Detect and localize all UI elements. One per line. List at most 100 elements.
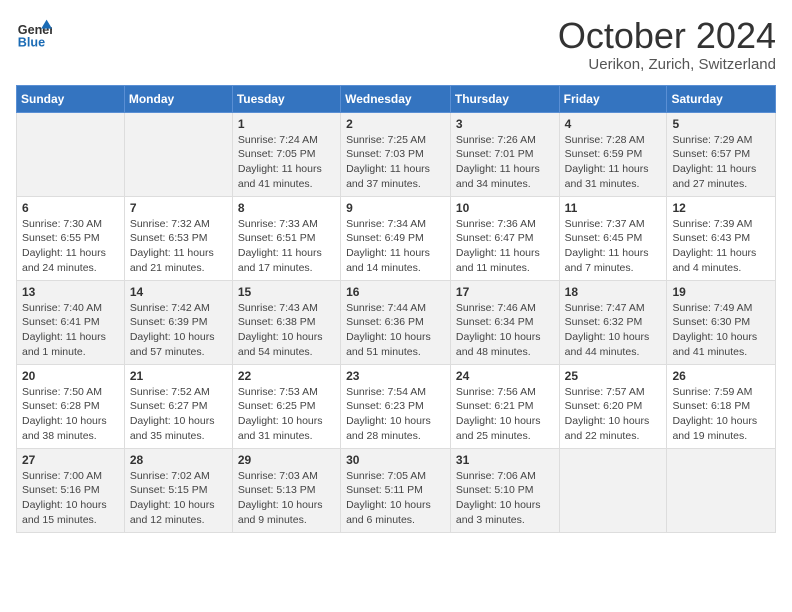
weekday-header-saturday: Saturday	[667, 85, 776, 112]
day-info: Sunrise: 7:24 AMSunset: 7:05 PMDaylight:…	[238, 133, 335, 192]
day-info: Sunrise: 7:56 AMSunset: 6:21 PMDaylight:…	[456, 385, 554, 444]
day-number: 3	[456, 117, 554, 131]
weekday-header-tuesday: Tuesday	[232, 85, 340, 112]
day-info: Sunrise: 7:29 AMSunset: 6:57 PMDaylight:…	[672, 133, 770, 192]
day-info: Sunrise: 7:39 AMSunset: 6:43 PMDaylight:…	[672, 217, 770, 276]
calendar-week-row: 13 Sunrise: 7:40 AMSunset: 6:41 PMDayligh…	[17, 280, 776, 364]
month-year-title: October 2024	[558, 16, 776, 56]
calendar-cell: 10Sunrise: 7:36 AMSunset: 6:47 PMDayligh…	[450, 196, 559, 280]
day-info: Sunrise: 7:57 AMSunset: 6:20 PMDaylight:…	[565, 385, 662, 444]
calendar-cell: 21 Sunrise: 7:52 AMSunset: 6:27 PMDayligh…	[124, 364, 232, 448]
calendar-cell: 30 Sunrise: 7:05 AMSunset: 5:11 PMDayligh…	[341, 448, 451, 532]
location-subtitle: Uerikon, Zurich, Switzerland	[558, 56, 776, 73]
day-number: 15	[238, 285, 335, 299]
calendar-cell: 13 Sunrise: 7:40 AMSunset: 6:41 PMDayligh…	[17, 280, 125, 364]
day-info: Sunrise: 7:54 AMSunset: 6:23 PMDaylight:…	[346, 385, 445, 444]
calendar-cell: 16 Sunrise: 7:44 AMSunset: 6:36 PMDayligh…	[341, 280, 451, 364]
day-info: Sunrise: 7:05 AMSunset: 5:11 PMDaylight:…	[346, 469, 445, 528]
day-info: Sunrise: 7:30 AMSunset: 6:55 PMDaylight:…	[22, 217, 119, 276]
day-number: 5	[672, 117, 770, 131]
calendar-week-row: 20Sunrise: 7:50 AMSunset: 6:28 PMDayligh…	[17, 364, 776, 448]
svg-text:Blue: Blue	[18, 36, 45, 50]
calendar-cell	[124, 112, 232, 196]
day-info: Sunrise: 7:40 AMSunset: 6:41 PMDaylight:…	[22, 301, 119, 360]
calendar-cell: 1 Sunrise: 7:24 AMSunset: 7:05 PMDaylight…	[232, 112, 340, 196]
calendar-week-row: 27 Sunrise: 7:00 AMSunset: 5:16 PMDayligh…	[17, 448, 776, 532]
calendar-cell: 15 Sunrise: 7:43 AMSunset: 6:38 PMDayligh…	[232, 280, 340, 364]
calendar-cell: 22Sunrise: 7:53 AMSunset: 6:25 PMDayligh…	[232, 364, 340, 448]
calendar-cell: 20Sunrise: 7:50 AMSunset: 6:28 PMDayligh…	[17, 364, 125, 448]
title-block: October 2024 Uerikon, Zurich, Switzerlan…	[558, 16, 776, 73]
weekday-header-monday: Monday	[124, 85, 232, 112]
calendar-table: SundayMondayTuesdayWednesdayThursdayFrid…	[16, 85, 776, 533]
calendar-week-row: 1 Sunrise: 7:24 AMSunset: 7:05 PMDaylight…	[17, 112, 776, 196]
day-number: 11	[565, 201, 662, 215]
day-number: 9	[346, 201, 445, 215]
day-number: 1	[238, 117, 335, 131]
calendar-cell: 23 Sunrise: 7:54 AMSunset: 6:23 PMDayligh…	[341, 364, 451, 448]
day-number: 14	[130, 285, 227, 299]
day-number: 4	[565, 117, 662, 131]
day-number: 28	[130, 453, 227, 467]
day-number: 25	[565, 369, 662, 383]
calendar-cell: 5 Sunrise: 7:29 AMSunset: 6:57 PMDaylight…	[667, 112, 776, 196]
calendar-header: SundayMondayTuesdayWednesdayThursdayFrid…	[17, 85, 776, 112]
calendar-cell: 2Sunrise: 7:25 AMSunset: 7:03 PMDaylight…	[341, 112, 451, 196]
calendar-cell	[17, 112, 125, 196]
calendar-cell: 3Sunrise: 7:26 AMSunset: 7:01 PMDaylight…	[450, 112, 559, 196]
day-number: 21	[130, 369, 227, 383]
day-info: Sunrise: 7:52 AMSunset: 6:27 PMDaylight:…	[130, 385, 227, 444]
calendar-cell: 25 Sunrise: 7:57 AMSunset: 6:20 PMDayligh…	[559, 364, 667, 448]
day-info: Sunrise: 7:36 AMSunset: 6:47 PMDaylight:…	[456, 217, 554, 276]
calendar-cell: 14Sunrise: 7:42 AMSunset: 6:39 PMDayligh…	[124, 280, 232, 364]
weekday-header-sunday: Sunday	[17, 85, 125, 112]
day-info: Sunrise: 7:02 AMSunset: 5:15 PMDaylight:…	[130, 469, 227, 528]
day-number: 29	[238, 453, 335, 467]
calendar-cell: 7 Sunrise: 7:32 AMSunset: 6:53 PMDaylight…	[124, 196, 232, 280]
calendar-cell: 11Sunrise: 7:37 AMSunset: 6:45 PMDayligh…	[559, 196, 667, 280]
calendar-cell: 31 Sunrise: 7:06 AMSunset: 5:10 PMDayligh…	[450, 448, 559, 532]
day-number: 6	[22, 201, 119, 215]
day-number: 2	[346, 117, 445, 131]
day-number: 22	[238, 369, 335, 383]
calendar-cell: 4Sunrise: 7:28 AMSunset: 6:59 PMDaylight…	[559, 112, 667, 196]
calendar-cell: 8Sunrise: 7:33 AMSunset: 6:51 PMDaylight…	[232, 196, 340, 280]
day-info: Sunrise: 7:34 AMSunset: 6:49 PMDaylight:…	[346, 217, 445, 276]
day-info: Sunrise: 7:46 AMSunset: 6:34 PMDaylight:…	[456, 301, 554, 360]
calendar-cell: 17 Sunrise: 7:46 AMSunset: 6:34 PMDayligh…	[450, 280, 559, 364]
day-info: Sunrise: 7:44 AMSunset: 6:36 PMDaylight:…	[346, 301, 445, 360]
day-number: 30	[346, 453, 445, 467]
day-info: Sunrise: 7:32 AMSunset: 6:53 PMDaylight:…	[130, 217, 227, 276]
day-number: 13	[22, 285, 119, 299]
day-number: 17	[456, 285, 554, 299]
day-info: Sunrise: 7:03 AMSunset: 5:13 PMDaylight:…	[238, 469, 335, 528]
day-number: 27	[22, 453, 119, 467]
day-number: 23	[346, 369, 445, 383]
calendar-cell: 24 Sunrise: 7:56 AMSunset: 6:21 PMDayligh…	[450, 364, 559, 448]
logo: General Blue	[16, 16, 52, 52]
day-number: 12	[672, 201, 770, 215]
day-info: Sunrise: 7:00 AMSunset: 5:16 PMDaylight:…	[22, 469, 119, 528]
day-number: 16	[346, 285, 445, 299]
day-info: Sunrise: 7:06 AMSunset: 5:10 PMDaylight:…	[456, 469, 554, 528]
page-header: General Blue October 2024 Uerikon, Zuric…	[16, 16, 776, 73]
calendar-cell	[559, 448, 667, 532]
calendar-cell: 19 Sunrise: 7:49 AMSunset: 6:30 PMDayligh…	[667, 280, 776, 364]
calendar-cell: 9 Sunrise: 7:34 AMSunset: 6:49 PMDaylight…	[341, 196, 451, 280]
day-info: Sunrise: 7:33 AMSunset: 6:51 PMDaylight:…	[238, 217, 335, 276]
calendar-week-row: 6 Sunrise: 7:30 AMSunset: 6:55 PMDaylight…	[17, 196, 776, 280]
weekday-header-wednesday: Wednesday	[341, 85, 451, 112]
weekday-header-row: SundayMondayTuesdayWednesdayThursdayFrid…	[17, 85, 776, 112]
day-number: 24	[456, 369, 554, 383]
day-info: Sunrise: 7:43 AMSunset: 6:38 PMDaylight:…	[238, 301, 335, 360]
day-info: Sunrise: 7:49 AMSunset: 6:30 PMDaylight:…	[672, 301, 770, 360]
calendar-cell: 27 Sunrise: 7:00 AMSunset: 5:16 PMDayligh…	[17, 448, 125, 532]
day-number: 19	[672, 285, 770, 299]
day-number: 7	[130, 201, 227, 215]
weekday-header-thursday: Thursday	[450, 85, 559, 112]
day-number: 31	[456, 453, 554, 467]
calendar-cell: 12 Sunrise: 7:39 AMSunset: 6:43 PMDayligh…	[667, 196, 776, 280]
calendar-cell: 26Sunrise: 7:59 AMSunset: 6:18 PMDayligh…	[667, 364, 776, 448]
calendar-body: 1 Sunrise: 7:24 AMSunset: 7:05 PMDaylight…	[17, 112, 776, 532]
calendar-cell: 28 Sunrise: 7:02 AMSunset: 5:15 PMDayligh…	[124, 448, 232, 532]
